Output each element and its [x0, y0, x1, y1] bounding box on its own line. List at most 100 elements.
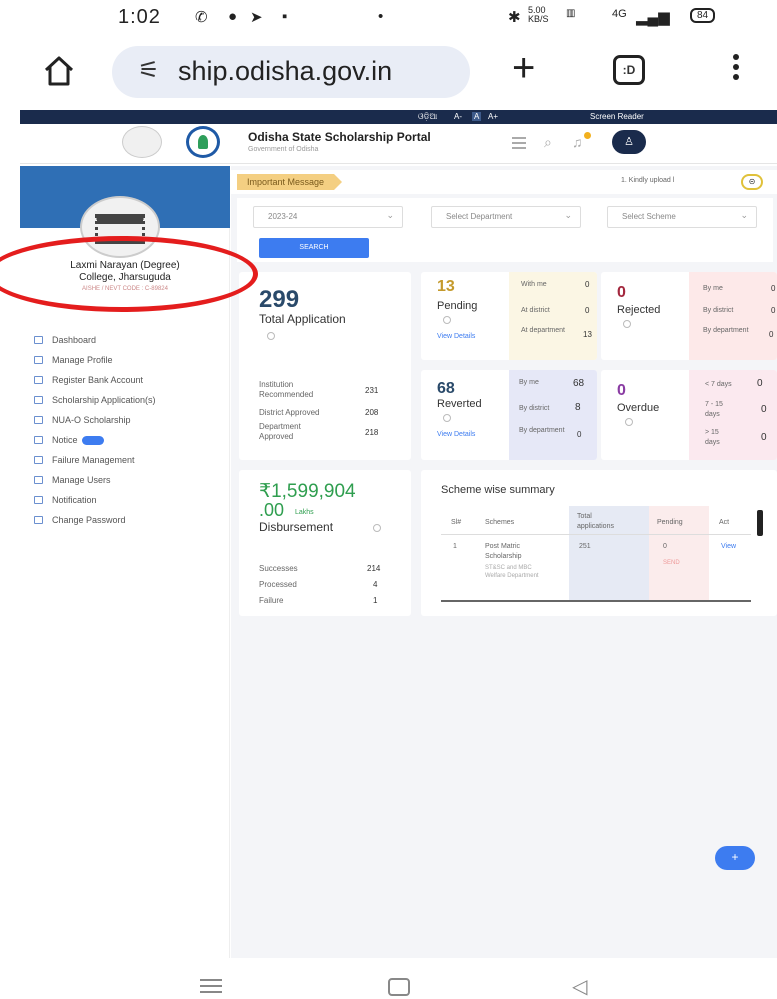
font-large-button[interactable]: A+	[488, 112, 498, 121]
info-icon[interactable]	[625, 418, 633, 426]
home-button-icon[interactable]	[388, 978, 410, 996]
sidebar-item-notification[interactable]: Notification	[34, 490, 224, 510]
overdue-lt7-label: < 7 days	[705, 381, 732, 388]
language-toggle[interactable]: ଓଡ଼ିଆ	[418, 112, 437, 122]
whatsapp-icon: ✆	[195, 9, 208, 26]
users-icon	[34, 476, 43, 484]
row-pending: 0	[663, 543, 667, 550]
address-bar[interactable]: ⚟ ship.odisha.gov.in	[112, 46, 470, 98]
new-tab-icon[interactable]: +	[512, 48, 535, 88]
browser-toolbar: ⚟ ship.odisha.gov.in + :D	[0, 36, 777, 106]
total-application-count: 299	[259, 286, 300, 313]
pending-view-details-link[interactable]: View Details	[437, 332, 487, 341]
disbursement-card: ₹1,599,904 .00 Lakhs Disbursement Succes…	[239, 470, 411, 616]
institution-recommended-value: 231	[365, 386, 379, 395]
search-button[interactable]: SEARCH	[259, 238, 369, 258]
district-approved-value: 208	[365, 408, 379, 417]
info-icon[interactable]	[443, 316, 451, 324]
rejected-count: 0	[617, 284, 626, 301]
disbursement-unit: Lakhs	[295, 509, 314, 516]
hamburger-icon[interactable]	[512, 137, 526, 152]
tabs-button[interactable]: :D	[613, 55, 645, 85]
rejected-by-me-value: 0	[771, 284, 776, 293]
row-view-link[interactable]: View	[721, 542, 736, 551]
horizontal-scrollbar[interactable]	[441, 600, 751, 602]
volte-icon: ▥	[566, 8, 576, 19]
row-sl: 1	[453, 543, 457, 550]
accessibility-strip: ଓଡ଼ିଆ A- A A+ Screen Reader	[20, 110, 777, 124]
pending-at-department-label: At department	[521, 327, 565, 334]
reverted-by-me-value: 68	[573, 378, 585, 389]
successes-value: 214	[367, 564, 381, 573]
signal-icon: ▂▄▆	[636, 9, 670, 26]
rejected-by-district-value: 0	[771, 306, 776, 315]
table-divider	[441, 534, 751, 535]
recent-apps-icon[interactable]	[200, 979, 222, 997]
reverted-by-district-label: By district	[519, 405, 550, 412]
overdue-7-15-value: 0	[761, 404, 767, 415]
sidebar-item-notice[interactable]: Notice	[34, 430, 224, 450]
pending-card: 13 Pending View Details With me 0 At dis…	[421, 272, 597, 360]
gallery-icon: ▪	[282, 8, 288, 25]
battery-icon: 84	[690, 8, 716, 23]
pending-with-me-label: With me	[521, 281, 547, 288]
rejected-by-department-label: By department	[703, 327, 749, 334]
notice-badge	[81, 436, 104, 446]
table-header-action: Act	[719, 519, 730, 526]
avatar[interactable]: ♙	[612, 130, 646, 154]
reverted-count: 68	[437, 380, 455, 397]
sidebar-item-manage-users[interactable]: Manage Users	[34, 470, 224, 490]
more-options-icon[interactable]	[733, 54, 741, 84]
floating-action-button[interactable]: +	[715, 846, 755, 870]
application-icon	[34, 396, 43, 404]
sidebar-item-failure-management[interactable]: Failure Management	[34, 450, 224, 470]
home-icon[interactable]	[42, 54, 76, 88]
sidebar-item-register-bank[interactable]: Register Bank Account	[34, 370, 224, 390]
sidebar-item-change-password[interactable]: Change Password	[34, 510, 224, 530]
info-icon[interactable]	[267, 332, 275, 340]
font-small-button[interactable]: A-	[454, 112, 462, 121]
vertical-scrollbar[interactable]	[757, 510, 763, 536]
telegram-icon: ➤	[250, 9, 263, 26]
year-select[interactable]: 2023-24	[253, 205, 403, 228]
sidebar-item-label: Manage Profile	[52, 355, 113, 365]
state-emblem-icon	[122, 126, 162, 158]
info-icon[interactable]	[623, 320, 631, 328]
sidebar-item-scholarship-applications[interactable]: Scholarship Application(s)	[34, 390, 224, 410]
reverted-view-details-link[interactable]: View Details	[437, 430, 487, 439]
sidebar-item-label: Failure Management	[52, 455, 135, 465]
total-application-card: 299 Total Application Institution Recomm…	[239, 272, 411, 460]
overdue-card: 0 Overdue < 7 days 0 7 - 15 days 0 > 15 …	[601, 370, 777, 460]
back-icon[interactable]: ◁	[572, 974, 587, 999]
search-icon[interactable]: ⌕	[544, 134, 552, 151]
row-total: 251	[579, 543, 591, 550]
sidebar-item-label: Dashboard	[52, 335, 97, 345]
info-icon[interactable]	[373, 524, 381, 532]
sidebar-item-dashboard[interactable]: Dashboard	[34, 330, 224, 350]
dashboard-icon	[34, 336, 43, 344]
portal-logo-icon	[186, 126, 220, 158]
filter-panel: 2023-24 Select Department Select Scheme …	[237, 198, 773, 262]
row-pending-send[interactable]: SEND	[663, 558, 680, 568]
bell-icon[interactable]: ♫	[572, 134, 583, 150]
message-toggle-button[interactable]: ⊝	[741, 174, 763, 190]
pending-at-department-value: 13	[583, 330, 592, 339]
info-icon[interactable]	[443, 414, 451, 422]
reverted-by-department-label: By department	[519, 427, 565, 434]
dot-icon: •	[378, 8, 384, 25]
reverted-by-district-value: 8	[575, 402, 581, 413]
reverted-by-me-label: By me	[519, 379, 539, 386]
department-select[interactable]: Select Department	[431, 205, 581, 228]
overdue-count: 0	[617, 382, 626, 399]
failure-value: 1	[373, 596, 378, 605]
overdue-gt15-value: 0	[761, 432, 767, 443]
sidebar-item-manage-profile[interactable]: Manage Profile	[34, 350, 224, 370]
row-scheme-department: ST&SC and MBC Welfare Department	[485, 565, 539, 579]
scheme-select[interactable]: Select Scheme	[607, 205, 757, 228]
font-normal-button[interactable]: A	[472, 112, 482, 121]
sidebar-item-nuao-scholarship[interactable]: NUA-O Scholarship	[34, 410, 224, 430]
screen-reader-link[interactable]: Screen Reader	[590, 112, 644, 121]
site-settings-icon[interactable]: ⚟	[138, 56, 160, 85]
pending-label: Pending	[437, 300, 478, 312]
important-message-text: 1. Kindly upload l	[621, 177, 675, 184]
